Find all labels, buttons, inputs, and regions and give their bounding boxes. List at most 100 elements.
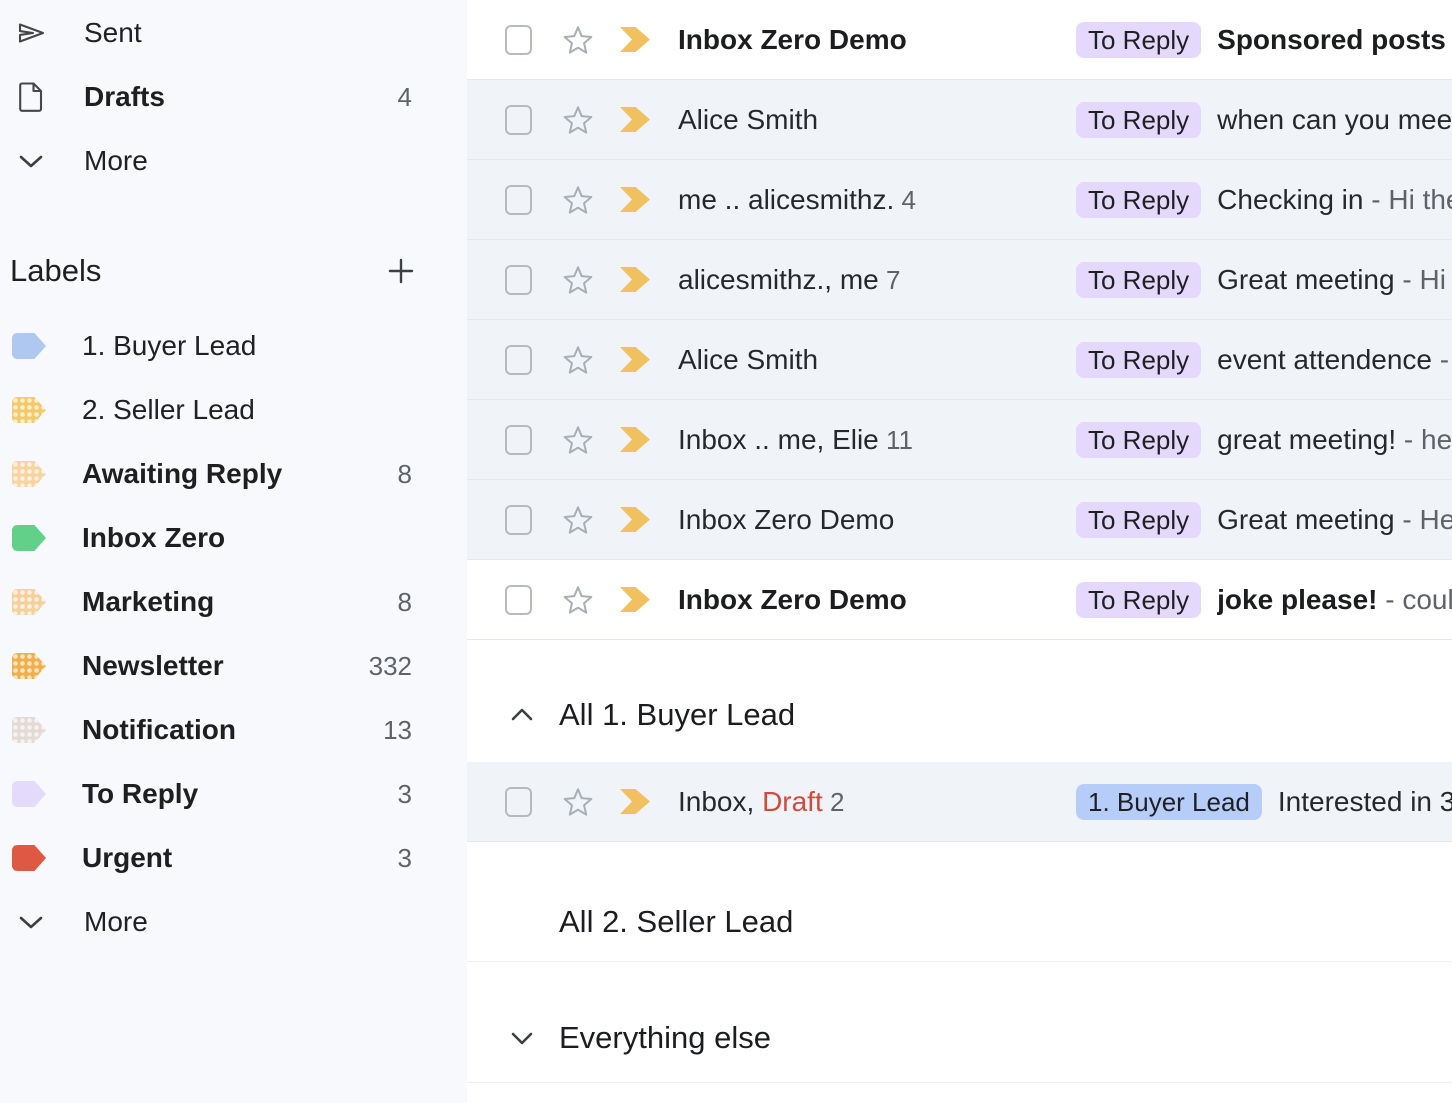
section-header-buyer-lead[interactable]: All 1. Buyer Lead — [510, 695, 1452, 735]
label-chip[interactable]: To Reply — [1076, 262, 1201, 298]
importance-marker-icon[interactable] — [620, 789, 650, 814]
email-row[interactable]: Inbox Zero Demo To Reply Sponsored posts… — [467, 0, 1452, 80]
sidebar-label-awaiting-reply[interactable]: Awaiting Reply 8 — [0, 442, 467, 506]
label-chip[interactable]: To Reply — [1076, 342, 1201, 378]
sidebar-label-seller-lead[interactable]: 2. Seller Lead — [0, 378, 467, 442]
label-name: Inbox Zero — [82, 522, 225, 554]
label-chip[interactable]: 1. Buyer Lead — [1076, 784, 1262, 820]
sender: alicesmithz., me 7 — [678, 264, 1076, 296]
create-label-button[interactable] — [385, 255, 417, 287]
star-icon[interactable] — [562, 504, 594, 536]
label-chip[interactable]: To Reply — [1076, 502, 1201, 538]
sidebar-label-newsletter[interactable]: Newsletter 332 — [0, 634, 467, 698]
importance-marker-icon[interactable] — [620, 427, 650, 452]
star-icon[interactable] — [562, 584, 594, 616]
sidebar-item-more[interactable]: More — [0, 129, 467, 193]
label-chip[interactable]: To Reply — [1076, 22, 1201, 58]
importance-marker-icon[interactable] — [620, 587, 650, 612]
sidebar-label-notification[interactable]: Notification 13 — [0, 698, 467, 762]
checkbox[interactable] — [505, 185, 532, 215]
email-row[interactable]: alicesmithz., me 7 To Reply Great meetin… — [467, 240, 1452, 320]
subject: joke please! - could — [1217, 584, 1452, 616]
sidebar-item-label: More — [84, 906, 148, 938]
label-name: Awaiting Reply — [82, 458, 282, 490]
label-chip[interactable]: To Reply — [1076, 182, 1201, 218]
label-tag-icon — [12, 397, 46, 423]
subject: great meeting! - hey — [1217, 424, 1452, 456]
checkbox[interactable] — [505, 265, 532, 295]
sidebar-item-drafts[interactable]: Drafts 4 — [0, 65, 467, 129]
label-chip[interactable]: To Reply — [1076, 102, 1201, 138]
star-icon[interactable] — [562, 104, 594, 136]
subject: Great meeting - Hey — [1217, 504, 1452, 536]
label-count: 3 — [398, 779, 412, 810]
labels-header: Labels — [0, 239, 467, 303]
label-name: Newsletter — [82, 650, 224, 682]
section-header-seller-lead[interactable]: All 2. Seller Lead — [510, 904, 1452, 940]
subject: Interested in 3-b — [1278, 786, 1452, 818]
importance-marker-icon[interactable] — [620, 187, 650, 212]
importance-marker-icon[interactable] — [620, 507, 650, 532]
email-row[interactable]: Inbox, Draft 2 1. Buyer Lead Interested … — [467, 762, 1452, 842]
checkbox[interactable] — [505, 105, 532, 135]
checkbox[interactable] — [505, 25, 532, 55]
importance-marker-icon[interactable] — [620, 27, 650, 52]
star-icon[interactable] — [562, 424, 594, 456]
email-row[interactable]: Inbox Zero Demo To Reply joke please! - … — [467, 560, 1452, 640]
email-row[interactable]: Alice Smith To Reply event attendence - … — [467, 320, 1452, 400]
subject: Sponsored posts - — [1217, 24, 1452, 56]
sender: Inbox Zero Demo — [678, 504, 1076, 536]
label-tag-icon — [12, 589, 46, 615]
checkbox[interactable] — [505, 585, 532, 615]
label-count: 3 — [398, 843, 412, 874]
section-title: Everything else — [559, 1020, 771, 1056]
email-row[interactable]: Inbox Zero Demo To Reply Great meeting -… — [467, 480, 1452, 560]
sender: Inbox, Draft 2 — [678, 786, 1076, 818]
checkbox[interactable] — [505, 787, 532, 817]
sender: me .. alicesmithz. 4 — [678, 184, 1076, 216]
importance-marker-icon[interactable] — [620, 107, 650, 132]
sidebar-label-urgent[interactable]: Urgent 3 — [0, 826, 467, 890]
email-row[interactable]: Alice Smith To Reply when can you meet — [467, 80, 1452, 160]
star-icon[interactable] — [562, 24, 594, 56]
label-name: Notification — [82, 714, 236, 746]
label-count: 8 — [398, 459, 412, 490]
email-row[interactable]: Inbox .. me, Elie 11 To Reply great meet… — [467, 400, 1452, 480]
checkbox[interactable] — [505, 425, 532, 455]
sender: Alice Smith — [678, 344, 1076, 376]
subject: Checking in - Hi ther — [1217, 184, 1452, 216]
sidebar-label-inbox-zero[interactable]: Inbox Zero — [0, 506, 467, 570]
star-icon[interactable] — [562, 264, 594, 296]
sidebar-item-sent[interactable]: Sent — [0, 1, 467, 65]
sidebar-labels-more[interactable]: More — [0, 890, 467, 954]
label-count: 8 — [398, 587, 412, 618]
label-tag-icon — [12, 461, 46, 487]
draft-indicator: Draft — [762, 786, 823, 817]
checkbox[interactable] — [505, 345, 532, 375]
chevron-up-icon — [510, 705, 534, 725]
label-name: 1. Buyer Lead — [82, 330, 256, 362]
label-tag-icon — [12, 717, 46, 743]
label-chip[interactable]: To Reply — [1076, 422, 1201, 458]
sidebar-label-buyer-lead[interactable]: 1. Buyer Lead — [0, 314, 467, 378]
section-divider — [467, 961, 1452, 962]
star-icon[interactable] — [562, 344, 594, 376]
chevron-down-icon — [14, 154, 48, 169]
sidebar-label-marketing[interactable]: Marketing 8 — [0, 570, 467, 634]
label-count: 332 — [369, 651, 412, 682]
star-icon[interactable] — [562, 786, 594, 818]
labels-title: Labels — [10, 253, 101, 289]
star-icon[interactable] — [562, 184, 594, 216]
label-tag-icon — [12, 333, 46, 359]
section-header-everything-else[interactable]: Everything else — [510, 1020, 1452, 1056]
label-name: To Reply — [82, 778, 198, 810]
sidebar-label-to-reply[interactable]: To Reply 3 — [0, 762, 467, 826]
label-tag-icon — [12, 525, 46, 551]
checkbox[interactable] — [505, 505, 532, 535]
importance-marker-icon[interactable] — [620, 267, 650, 292]
importance-marker-icon[interactable] — [620, 347, 650, 372]
label-chip[interactable]: To Reply — [1076, 582, 1201, 618]
email-row[interactable]: me .. alicesmithz. 4 To Reply Checking i… — [467, 160, 1452, 240]
sidebar-item-label: More — [84, 145, 148, 177]
label-name: Urgent — [82, 842, 172, 874]
